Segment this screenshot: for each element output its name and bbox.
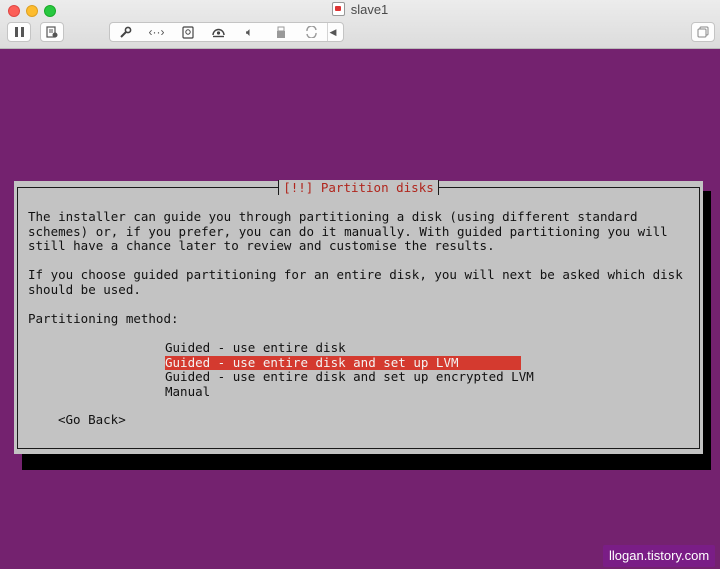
shared-folder-icon	[306, 26, 317, 38]
dialog-title: [!!] Partition disks	[14, 180, 703, 195]
partitioning-method-label: Partitioning method:	[28, 311, 179, 326]
chevron-left-icon: ◀	[329, 26, 337, 37]
option-guided-lvm[interactable]: Guided - use entire disk and set up LVM	[165, 355, 521, 370]
option-guided-entire-disk[interactable]: Guided - use entire disk	[165, 340, 346, 356]
option-guided-encrypted-lvm[interactable]: Guided - use entire disk and set up encr…	[165, 369, 534, 385]
snapshot-icon	[46, 26, 58, 38]
guided-info-paragraph: If you choose guided partitioning for an…	[28, 267, 683, 297]
vm-icon	[331, 2, 345, 16]
optical-drive-button[interactable]	[203, 23, 234, 41]
watermark: llogan.tistory.com	[603, 545, 716, 567]
sound-icon: 🔈︎	[245, 24, 254, 39]
partition-disks-dialog: [!!] Partition disks The installer can g…	[14, 180, 703, 454]
sound-button[interactable]: 🔈︎	[234, 23, 265, 41]
network-icon: ‹··›	[148, 25, 165, 39]
shared-folder-button[interactable]	[296, 23, 327, 41]
pause-button[interactable]	[7, 22, 31, 42]
hard-disk-button[interactable]	[172, 23, 203, 41]
pause-icon	[14, 27, 18, 37]
usb-button[interactable]	[265, 23, 296, 41]
fullscreen-button[interactable]	[691, 22, 715, 42]
option-manual[interactable]: Manual	[165, 384, 210, 400]
go-back-button[interactable]: <Go Back>	[58, 412, 126, 428]
intro-paragraph: The installer can guide you through part…	[28, 209, 668, 253]
snapshot-button[interactable]	[40, 22, 64, 42]
hard-disk-icon	[181, 25, 194, 39]
settings-wrench-icon	[120, 26, 132, 38]
fullscreen-icon	[697, 26, 709, 38]
network-button[interactable]: ‹··›	[141, 23, 172, 41]
vm-toolbar: ‹··› 🔈︎ ◀	[109, 22, 344, 42]
window-title: slave1	[0, 2, 720, 17]
optical-drive-icon	[212, 28, 225, 38]
usb-icon	[276, 26, 285, 38]
toolbar-collapse-button[interactable]: ◀	[327, 23, 338, 41]
settings-wrench-button[interactable]	[110, 23, 141, 41]
window-titlebar: slave1 ‹··› 🔈︎ ◀	[0, 0, 720, 49]
